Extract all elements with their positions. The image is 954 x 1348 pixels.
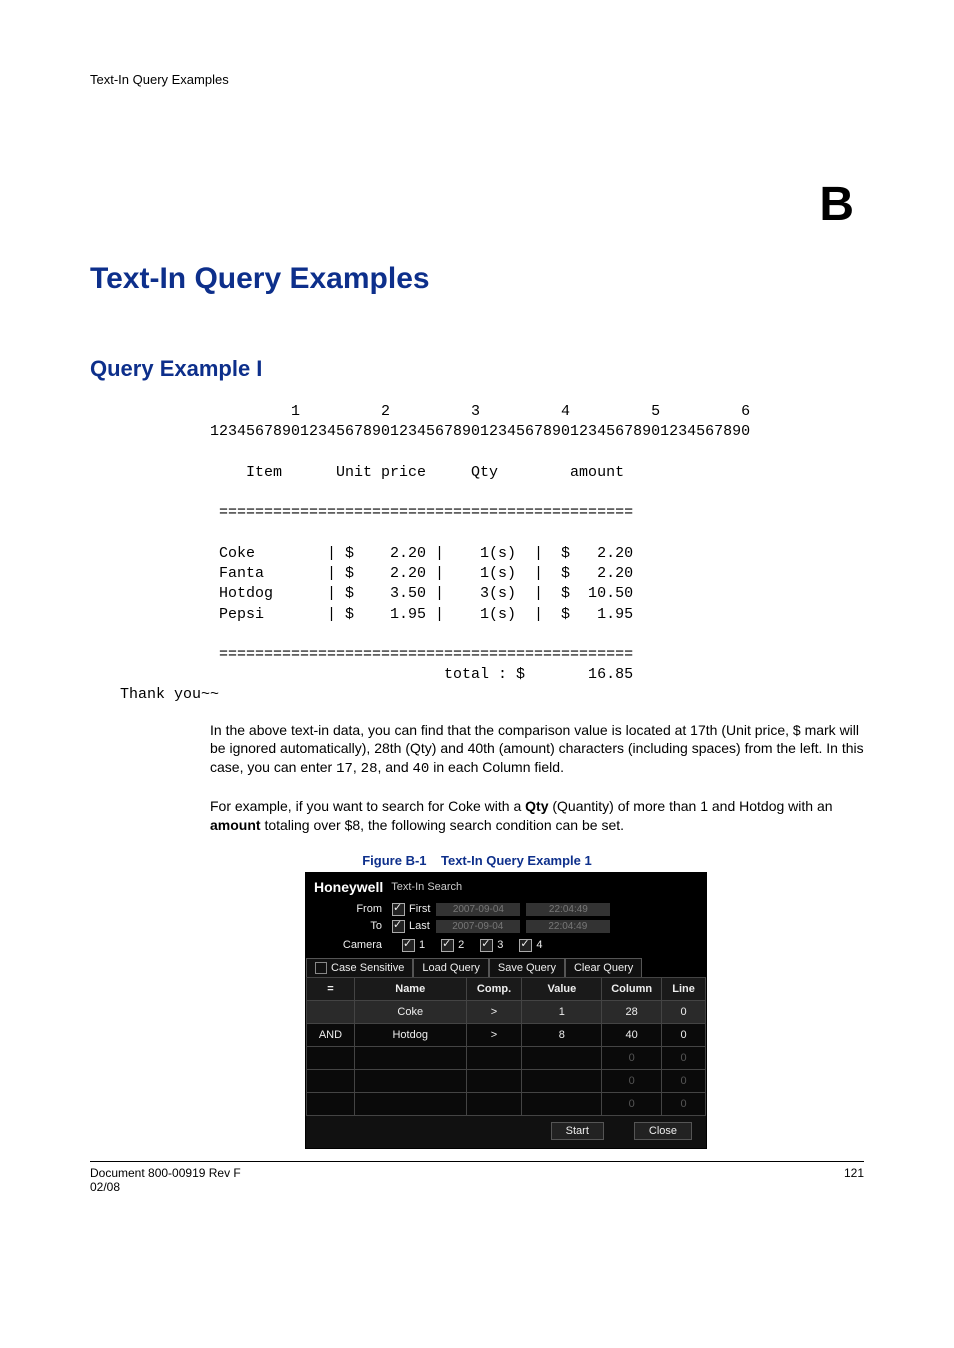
camera-label: Camera (312, 939, 386, 951)
chapter-letter: B (90, 177, 854, 232)
camera-1-checkbox[interactable]: 1 (402, 939, 425, 952)
cell-column[interactable]: 40 (602, 1023, 662, 1046)
from-date-input[interactable]: 2007-09-04 (436, 903, 520, 916)
figure-caption: Figure B-1 Text-In Query Example 1 (90, 853, 864, 868)
col-column: Column (602, 977, 662, 1000)
camera-4-checkbox[interactable]: 4 (519, 939, 542, 952)
cell-name[interactable]: Coke (354, 1000, 466, 1023)
page-footer: Document 800-00919 Rev F 02/08 121 (90, 1161, 864, 1194)
col-name: Name (354, 977, 466, 1000)
col-value: Value (522, 977, 602, 1000)
footer-page-number: 121 (844, 1166, 864, 1194)
receipt-thank: Thank you~~ (120, 686, 864, 703)
load-query-tab[interactable]: Load Query (413, 958, 488, 977)
checkbox-icon (480, 939, 493, 952)
text-in-search-dialog: Honeywell Text-In Search From First 2007… (305, 872, 707, 1149)
cell-comp[interactable]: > (466, 1023, 522, 1046)
cell-name[interactable]: Hotdog (354, 1023, 466, 1046)
paragraph-1: In the above text-in data, you can find … (210, 721, 864, 780)
table-header-row: = Name Comp. Value Column Line (307, 977, 706, 1000)
to-label: To (312, 920, 386, 932)
table-row[interactable]: 00 (307, 1092, 706, 1115)
first-checkbox[interactable]: First (392, 903, 430, 916)
cell-line[interactable]: 0 (662, 1000, 706, 1023)
receipt-block: 1 2 3 4 5 6 1234567890123456789012345678… (210, 402, 864, 686)
cell-comp[interactable]: > (466, 1000, 522, 1023)
table-row[interactable]: 00 (307, 1069, 706, 1092)
chapter-title: Text-In Query Examples (90, 262, 864, 296)
last-checkbox[interactable]: Last (392, 920, 430, 933)
dialog-title-bar: Honeywell Text-In Search (306, 873, 706, 901)
running-head: Text-In Query Examples (90, 72, 864, 87)
cell-column[interactable]: 28 (602, 1000, 662, 1023)
checkbox-icon (402, 939, 415, 952)
checkbox-icon (315, 962, 327, 974)
cell-op[interactable]: AND (307, 1023, 355, 1046)
close-button[interactable]: Close (634, 1122, 692, 1140)
table-row[interactable]: 00 (307, 1046, 706, 1069)
camera-2-checkbox[interactable]: 2 (441, 939, 464, 952)
to-date-input[interactable]: 2007-09-04 (436, 920, 520, 933)
dialog-subtitle: Text-In Search (391, 881, 462, 893)
table-row[interactable]: Coke > 1 28 0 (307, 1000, 706, 1023)
cell-value[interactable]: 8 (522, 1023, 602, 1046)
brand-label: Honeywell (314, 879, 383, 895)
paragraph-2: For example, if you want to search for C… (210, 797, 864, 835)
col-comp: Comp. (466, 977, 522, 1000)
from-time-input[interactable]: 22:04:49 (526, 903, 610, 916)
checkbox-icon (441, 939, 454, 952)
query-table: = Name Comp. Value Column Line Coke > 1 … (306, 977, 706, 1116)
start-button[interactable]: Start (551, 1122, 604, 1140)
footer-date: 02/08 (90, 1180, 241, 1194)
checkbox-icon (392, 920, 405, 933)
col-line: Line (662, 977, 706, 1000)
col-op: = (307, 977, 355, 1000)
clear-query-tab[interactable]: Clear Query (565, 958, 642, 977)
checkbox-icon (392, 903, 405, 916)
cell-op[interactable] (307, 1000, 355, 1023)
cell-value[interactable]: 1 (522, 1000, 602, 1023)
section-title: Query Example I (90, 356, 864, 382)
to-time-input[interactable]: 22:04:49 (526, 920, 610, 933)
cell-line[interactable]: 0 (662, 1023, 706, 1046)
checkbox-icon (519, 939, 532, 952)
footer-doc-id: Document 800-00919 Rev F (90, 1166, 241, 1180)
save-query-tab[interactable]: Save Query (489, 958, 565, 977)
camera-3-checkbox[interactable]: 3 (480, 939, 503, 952)
from-label: From (312, 903, 386, 915)
table-row[interactable]: AND Hotdog > 8 40 0 (307, 1023, 706, 1046)
case-sensitive-checkbox[interactable]: Case Sensitive (306, 958, 413, 977)
